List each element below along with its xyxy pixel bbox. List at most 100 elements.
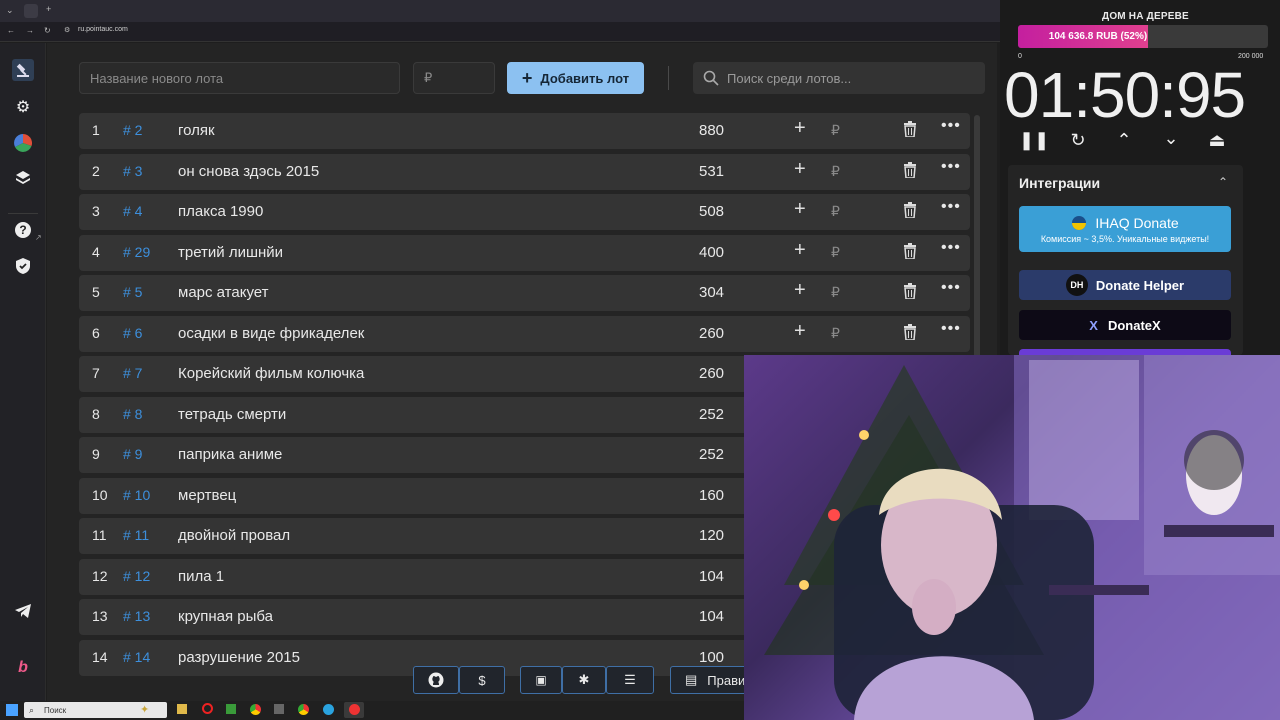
lot-id[interactable]: # 6 bbox=[123, 325, 142, 341]
more-options-icon[interactable]: ••• bbox=[941, 279, 961, 297]
add-amount-input[interactable]: ₽ bbox=[831, 203, 840, 220]
delete-trash-icon[interactable] bbox=[903, 202, 917, 222]
lot-id[interactable]: # 7 bbox=[123, 365, 142, 381]
lot-name[interactable]: пила 1 bbox=[178, 568, 224, 585]
lot-name[interactable]: Корейский фильм колючка bbox=[178, 365, 364, 382]
github-button[interactable] bbox=[413, 666, 459, 694]
more-options-icon[interactable]: ••• bbox=[941, 320, 961, 338]
shield-icon[interactable] bbox=[12, 255, 34, 277]
pause-icon[interactable]: ❚❚ bbox=[1019, 130, 1049, 151]
subtract-time-chevron-down-icon[interactable]: ⌄ bbox=[1159, 128, 1183, 149]
lot-row[interactable]: 3 # 4 плакса 1990 508 + ₽ ••• bbox=[79, 194, 970, 230]
ihaq-donate-button[interactable]: IHAQ Donate Комиссия ~ 3,5%. Уникальные … bbox=[1019, 206, 1231, 252]
lot-id[interactable]: # 4 bbox=[123, 203, 142, 219]
lot-name[interactable]: он снова здэсь 2015 bbox=[178, 163, 319, 180]
reset-timer-icon[interactable]: ↻ bbox=[1066, 130, 1090, 151]
file-explorer-icon[interactable] bbox=[177, 704, 187, 714]
lot-name[interactable]: тетрадь смерти bbox=[178, 406, 286, 423]
add-amount-input[interactable]: ₽ bbox=[831, 244, 840, 261]
auction-gavel-icon[interactable] bbox=[12, 59, 34, 81]
forward-icon[interactable]: → bbox=[26, 26, 34, 35]
lot-id[interactable]: # 10 bbox=[123, 487, 150, 503]
delete-trash-icon[interactable] bbox=[903, 162, 917, 182]
chrome-icon-2[interactable] bbox=[298, 704, 309, 715]
delete-trash-icon[interactable] bbox=[903, 121, 917, 141]
add-amount-input[interactable]: ₽ bbox=[831, 122, 840, 139]
browser-tab[interactable] bbox=[24, 4, 38, 18]
donate-helper-button[interactable]: DH Donate Helper bbox=[1019, 270, 1231, 300]
opera-icon[interactable] bbox=[202, 703, 213, 714]
new-lot-amount-input[interactable]: ₽ bbox=[413, 62, 495, 94]
lot-row[interactable]: 2 # 3 он снова здэсь 2015 531 + ₽ ••• bbox=[79, 154, 970, 190]
clear-lots-button[interactable]: ☰ bbox=[606, 666, 654, 694]
lot-name[interactable]: крупная рыба bbox=[178, 608, 273, 625]
settings-gear-icon[interactable]: ⚙ bbox=[12, 96, 34, 118]
url-text[interactable]: ru.pointauc.com bbox=[78, 26, 128, 33]
lot-name[interactable]: разрушение 2015 bbox=[178, 649, 300, 666]
lot-name[interactable]: плакса 1990 bbox=[178, 203, 263, 220]
lot-name[interactable]: марс атакует bbox=[178, 284, 269, 301]
add-amount-plus-icon[interactable]: + bbox=[794, 239, 806, 262]
lot-name[interactable]: осадки в виде фрикаделек bbox=[178, 325, 364, 342]
eject-double-chevron-icon[interactable]: ⏏ bbox=[1205, 130, 1229, 151]
minecraft-icon[interactable] bbox=[226, 704, 236, 714]
lot-row[interactable]: 6 # 6 осадки в виде фрикаделек 260 + ₽ ••• bbox=[79, 316, 970, 352]
new-lot-name-input[interactable]: Название нового лота bbox=[79, 62, 400, 94]
lot-row[interactable]: 1 # 2 голяк 880 + ₽ ••• bbox=[79, 113, 970, 149]
delete-trash-icon[interactable] bbox=[903, 283, 917, 303]
add-lot-button[interactable]: + Добавить лот bbox=[507, 62, 644, 94]
telegram-icon[interactable] bbox=[12, 600, 34, 622]
more-options-icon[interactable]: ••• bbox=[941, 198, 961, 216]
delete-trash-icon[interactable] bbox=[903, 324, 917, 344]
active-app-highlight[interactable] bbox=[344, 702, 364, 718]
add-amount-input[interactable]: ₽ bbox=[831, 163, 840, 180]
lot-id[interactable]: # 14 bbox=[123, 649, 150, 665]
add-amount-input[interactable]: ₽ bbox=[831, 284, 840, 301]
add-amount-plus-icon[interactable]: + bbox=[794, 117, 806, 140]
lot-id[interactable]: # 13 bbox=[123, 608, 150, 624]
lot-id[interactable]: # 5 bbox=[123, 284, 142, 300]
lot-search-input[interactable]: Поиск среди лотов... bbox=[693, 62, 985, 94]
boosty-icon[interactable]: b bbox=[12, 657, 34, 679]
reload-icon[interactable]: ↻ bbox=[44, 26, 51, 35]
site-info-icon[interactable]: ⚙ bbox=[64, 26, 70, 34]
lot-row[interactable]: 5 # 5 марс атакует 304 + ₽ ••• bbox=[79, 275, 970, 311]
add-amount-plus-icon[interactable]: + bbox=[794, 279, 806, 302]
lot-id[interactable]: # 29 bbox=[123, 244, 150, 260]
more-options-icon[interactable]: ••• bbox=[941, 158, 961, 176]
lot-row[interactable]: 4 # 29 третий лишнйи 400 + ₽ ••• bbox=[79, 235, 970, 271]
more-options-icon[interactable]: ••• bbox=[941, 239, 961, 257]
app-icon[interactable] bbox=[274, 704, 284, 714]
add-time-chevron-up-icon[interactable]: ⌃ bbox=[1112, 130, 1136, 151]
bug-report-button[interactable]: ✱ bbox=[562, 666, 606, 694]
donate-dollar-button[interactable]: $ bbox=[459, 666, 505, 694]
back-icon[interactable]: ← bbox=[7, 26, 15, 35]
lot-name[interactable]: паприка аниме bbox=[178, 446, 282, 463]
save-button[interactable]: ▣ bbox=[520, 666, 562, 694]
donatex-button[interactable]: X DonateX bbox=[1019, 310, 1231, 340]
tab-menu-icon[interactable]: ⌄ bbox=[6, 5, 14, 16]
more-options-icon[interactable]: ••• bbox=[941, 117, 961, 135]
delete-trash-icon[interactable] bbox=[903, 243, 917, 263]
layers-icon[interactable] bbox=[12, 167, 34, 189]
lot-name[interactable]: третий лишнйи bbox=[178, 244, 283, 261]
new-tab-icon[interactable]: + bbox=[46, 4, 51, 14]
wheel-chart-icon[interactable] bbox=[12, 132, 34, 154]
lot-id[interactable]: # 3 bbox=[123, 163, 142, 179]
lot-name[interactable]: двойной провал bbox=[178, 527, 290, 544]
add-amount-plus-icon[interactable]: + bbox=[794, 198, 806, 221]
lot-id[interactable]: # 2 bbox=[123, 122, 142, 138]
lot-id[interactable]: # 12 bbox=[123, 568, 150, 584]
lot-id[interactable]: # 11 bbox=[123, 527, 149, 543]
add-amount-plus-icon[interactable]: + bbox=[794, 320, 806, 343]
help-icon[interactable]: ? bbox=[12, 219, 34, 241]
telegram-taskbar-icon[interactable] bbox=[323, 704, 334, 715]
lot-name[interactable]: голяк bbox=[178, 122, 215, 139]
lot-id[interactable]: # 8 bbox=[123, 406, 142, 422]
add-amount-plus-icon[interactable]: + bbox=[794, 158, 806, 181]
lot-name[interactable]: мертвец bbox=[178, 487, 236, 504]
windows-start-icon[interactable] bbox=[6, 704, 18, 716]
chrome-icon-1[interactable] bbox=[250, 704, 261, 715]
add-amount-input[interactable]: ₽ bbox=[831, 325, 840, 342]
lot-id[interactable]: # 9 bbox=[123, 446, 142, 462]
